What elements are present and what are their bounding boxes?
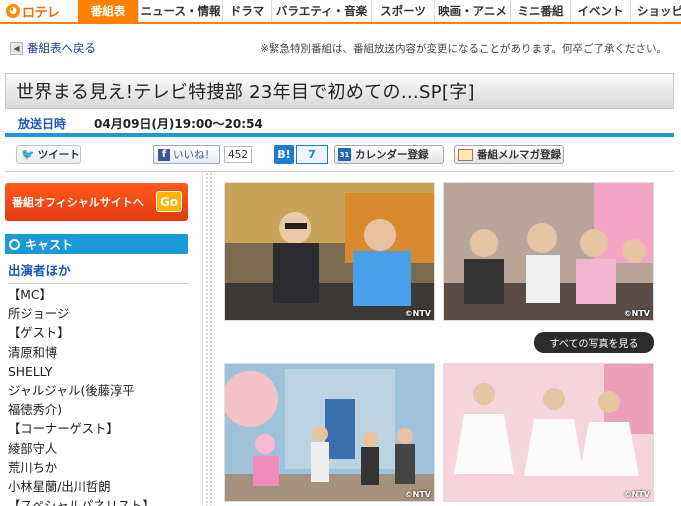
cast-item: SHELLY	[8, 364, 53, 379]
photo-credit: ©NTV	[404, 309, 431, 318]
cast-list: 【MC】 所ジョージ 【ゲスト】 清原和博 SHELLY ジャルジャル(後藤淳平…	[8, 286, 155, 506]
cast-item: ジャルジャル(後藤淳平	[8, 383, 135, 398]
cast-subheading: 出演者ほか	[8, 260, 188, 284]
nav-tab-schedule[interactable]: 番組表	[78, 0, 138, 22]
program-title: 世界まる見え!テレビ特捜部 23年目で初めての…SP[字]	[16, 82, 475, 103]
calendar-label: カレンダー登録	[355, 149, 429, 161]
nav-tab-shopping[interactable]: ショッピ	[630, 0, 681, 22]
photo-2[interactable]: ©NTV	[443, 182, 654, 321]
cast-item: 【コーナーゲスト】	[8, 422, 119, 437]
broadcast-date-label: 放送日時	[18, 117, 67, 131]
official-site-button[interactable]: 番組オフィシャルサイトへ Go	[5, 183, 188, 221]
nav-tab-mini[interactable]: ミニ番組	[510, 0, 570, 22]
photo-4[interactable]: ©NTV	[443, 363, 654, 502]
official-site-label: 番組オフィシャルサイトへ	[12, 196, 144, 209]
dotted-gutter	[205, 172, 215, 506]
hatena-bookmark-widget[interactable]: B! 7	[274, 145, 328, 164]
facebook-like-button[interactable]: f いいね！	[153, 145, 220, 164]
broadcast-date-row: 放送日時 04月09日(月)19:00〜20:54	[18, 115, 263, 132]
see-all-photos-button[interactable]: すべての写真を見る	[534, 332, 654, 353]
calendar-icon: 31	[338, 148, 351, 161]
hatena-bookmark-count: 7	[296, 145, 328, 164]
nav-tab-variety[interactable]: バラエティ・音楽	[271, 0, 371, 22]
tweet-label: ツイート	[37, 149, 80, 161]
photo-1[interactable]: ©NTV	[224, 182, 435, 321]
mail-icon	[458, 148, 473, 161]
calendar-register-button[interactable]: 31 カレンダー登録	[334, 145, 444, 164]
back-arrow-icon: ◀	[10, 41, 23, 55]
photo-credit: ©NTV	[623, 309, 650, 318]
program-title-box: 世界まる見え!テレビ特捜部 23年目で初めての…SP[字]	[5, 73, 674, 109]
cast-item: 【MC】	[8, 288, 52, 302]
photo-1-image	[225, 183, 434, 320]
twitter-bird-icon: 🐦	[21, 148, 35, 161]
top-nav: ◕ ロテレ 番組表 ニュース・情報 ドラマ バラエティ・音楽 スポーツ 映画・ア…	[0, 0, 681, 24]
cast-item: 所ジョージ	[8, 307, 70, 322]
photo-2-image	[444, 183, 653, 320]
go-badge: Go	[156, 191, 182, 212]
nav-tab-drama[interactable]: ドラマ	[222, 0, 271, 22]
section-divider	[5, 133, 674, 137]
cast-item: 福徳秀介)	[8, 403, 62, 418]
photo-3-image	[225, 364, 434, 501]
facebook-icon: f	[158, 148, 170, 161]
nav-tab-movies[interactable]: 映画・アニメ	[434, 0, 510, 22]
cast-heading: キャスト	[25, 237, 74, 252]
nav-tab-news[interactable]: ニュース・情報	[138, 0, 222, 22]
cast-item: 小林星蘭/出川哲朗	[8, 479, 111, 494]
cast-item: 綾部守人	[8, 441, 58, 456]
photo-4-image	[444, 364, 653, 501]
column-divider	[202, 172, 203, 506]
photo-credit: ©NTV	[404, 490, 431, 499]
nav-tab-event[interactable]: イベント	[570, 0, 630, 22]
emergency-notice: ※緊急特別番組は、番組放送内容が変更になることがあります。何卒ご了承ください。	[260, 43, 667, 55]
site-logo[interactable]: ◕ ロテレ	[0, 0, 78, 22]
facebook-like-widget: f いいね！ 452	[153, 145, 253, 164]
tweet-button[interactable]: 🐦 ツイート	[16, 145, 81, 164]
photo-credit: ©NTV	[623, 490, 650, 499]
back-link-label: 番組表へ戻る	[27, 41, 96, 55]
cast-item: 清原和博	[8, 345, 58, 360]
content-divider	[5, 171, 674, 172]
mailmag-register-button[interactable]: 番組メルマガ登録	[454, 145, 564, 164]
broadcast-date-value: 04月09日(月)19:00〜20:54	[94, 117, 263, 131]
cast-item: 【ゲスト】	[8, 326, 70, 341]
like-count: 452	[224, 146, 253, 163]
hatena-bookmark-icon: B!	[274, 145, 294, 164]
cast-heading-bar: キャスト	[5, 234, 188, 254]
photo-3[interactable]: ©NTV	[224, 363, 435, 502]
cast-item: 【スペシャルパネリスト】	[8, 497, 155, 506]
nav-tab-sports[interactable]: スポーツ	[371, 0, 434, 22]
like-label: いいね！	[173, 149, 215, 161]
logo-text: ロテレ	[22, 5, 60, 21]
cast-item: 荒川ちか	[8, 460, 58, 475]
mailmag-label: 番組メルマガ登録	[477, 149, 561, 161]
back-to-schedule-link[interactable]: ◀ 番組表へ戻る	[10, 40, 96, 56]
logo-face-icon: ◕	[6, 4, 20, 18]
circle-bullet-icon	[9, 238, 20, 250]
